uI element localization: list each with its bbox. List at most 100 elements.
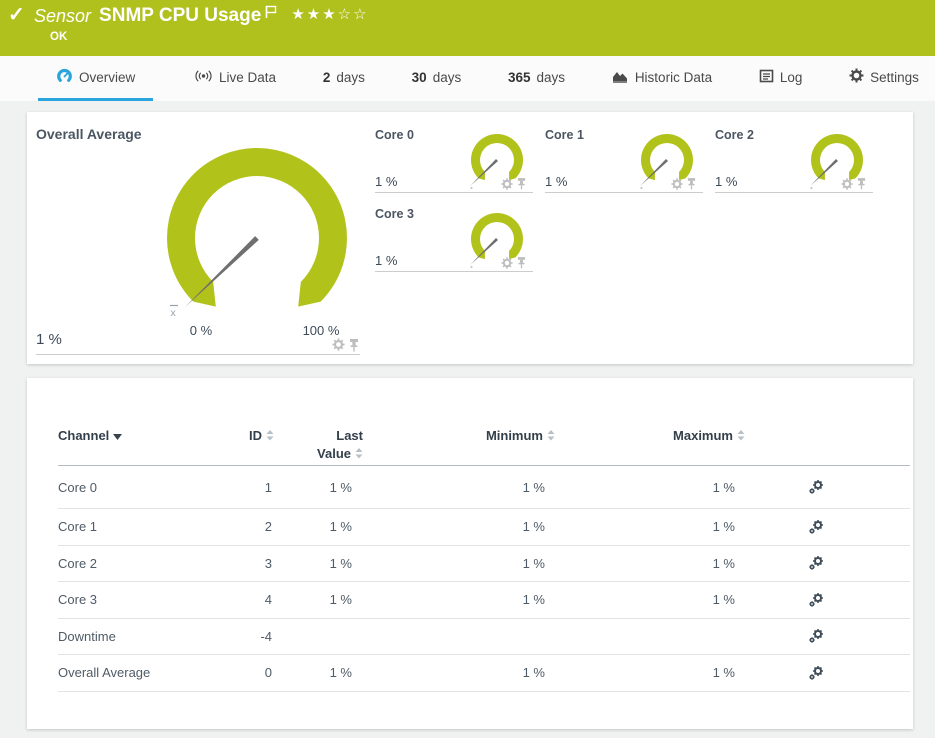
cell-maximum: 1 % (712, 479, 735, 495)
pin-icon[interactable] (687, 177, 696, 195)
priority-flag-icon[interactable] (265, 5, 277, 24)
channel-settings-gears-icon[interactable] (808, 628, 824, 644)
channel-settings-gears-icon[interactable] (808, 592, 824, 608)
cell-maximum: 1 % (712, 519, 735, 535)
tab-30-days-number: 30 (411, 69, 427, 85)
channel-gear-icon[interactable] (332, 338, 345, 357)
sort-both-icon (547, 430, 555, 441)
gear-icon (849, 68, 864, 86)
cell-last-value: 1 % (329, 665, 352, 681)
core2-gauge-title: Core 2 (715, 128, 754, 142)
cell-minimum: 1 % (522, 592, 545, 608)
tab-live-data[interactable]: Live Data (188, 56, 282, 101)
sort-both-icon (737, 430, 745, 441)
status-ok-check-icon: ✓ (8, 4, 25, 26)
column-header-maximum[interactable]: Maximum (630, 428, 745, 443)
cell-last-value: 1 % (329, 555, 352, 571)
pin-icon[interactable] (857, 177, 866, 195)
area-chart-icon (612, 68, 629, 86)
cell-channel: Overall Average (58, 665, 151, 681)
column-header-last-value[interactable]: Last Value (260, 428, 363, 461)
broadcast-icon (194, 69, 213, 86)
cell-maximum: 1 % (712, 555, 735, 571)
channel-settings-gears-icon[interactable] (808, 519, 824, 535)
overall-average-gauge-title: Overall Average (36, 126, 142, 142)
log-list-icon (759, 69, 774, 86)
core1-value: 1 % (545, 174, 568, 189)
cell-channel: Downtime (58, 628, 116, 644)
tab-log-label: Log (779, 69, 803, 85)
overall-average-gauge: x (167, 148, 347, 319)
table-row: Downtime -4 (58, 619, 910, 655)
channel-settings-gears-icon[interactable] (808, 665, 824, 681)
tab-bar: Overview Live Data 2 days 30 days 365 da… (0, 56, 935, 101)
cell-maximum: 1 % (712, 665, 735, 681)
pin-icon[interactable] (517, 177, 526, 195)
table-row: Core 1 2 1 % 1 % 1 % (58, 509, 910, 546)
channel-gear-icon[interactable] (501, 256, 513, 274)
tab-2-days-number: 2 (322, 69, 331, 85)
cell-last-value: 1 % (329, 519, 352, 535)
core3-gauge-title: Core 3 (375, 207, 414, 221)
page-title: SNMP CPU Usage (99, 5, 262, 26)
cell-id: 1 (264, 479, 272, 495)
tab-30-days[interactable]: 30 days (406, 56, 468, 101)
table-row: Core 2 3 1 % 1 % 1 % (58, 546, 910, 582)
channels-table-panel: Channel ID Last Value Minimum Maximum Co… (27, 378, 913, 729)
channel-gear-icon[interactable] (841, 177, 853, 195)
sort-desc-icon (113, 433, 123, 440)
tab-365-days-number: 365 (507, 69, 531, 85)
cell-last-value: 1 % (329, 479, 352, 495)
sort-both-icon (355, 448, 363, 459)
sensor-header-bar: ✓ Sensor SNMP CPU Usage ★★★☆☆ OK (0, 0, 935, 56)
tab-365-days[interactable]: 365 days (502, 56, 571, 101)
cell-channel: Core 0 (58, 479, 98, 495)
cell-minimum: 1 % (522, 519, 545, 535)
core3-value: 1 % (375, 253, 398, 268)
channel-settings-gears-icon[interactable] (808, 479, 824, 495)
table-row: Overall Average 0 1 % 1 % 1 % (58, 655, 910, 692)
tab-settings-label: Settings (870, 69, 919, 85)
gauge-scale-max: 100 % (302, 323, 340, 338)
channel-gear-icon[interactable] (501, 177, 513, 195)
sensor-status-badge: OK (50, 31, 68, 43)
core0-gauge-title: Core 0 (375, 128, 414, 142)
priority-stars[interactable]: ★★★☆☆ (291, 6, 368, 24)
object-kind-label: Sensor (34, 6, 92, 26)
cell-id: 3 (264, 555, 272, 571)
gauge-scale-min: 0 % (189, 323, 213, 338)
channel-settings-gears-icon[interactable] (808, 555, 824, 571)
core0-gauge-cell: Core 0 1 % (375, 125, 533, 205)
column-header-channel[interactable]: Channel (58, 428, 123, 443)
core0-value: 1 % (375, 174, 398, 189)
tab-log[interactable]: Log (753, 56, 809, 101)
cell-minimum: 1 % (522, 555, 545, 571)
pin-icon[interactable] (349, 338, 359, 357)
cell-id: 0 (264, 665, 272, 681)
cell-channel: Core 3 (58, 592, 98, 608)
cell-maximum: 1 % (712, 592, 735, 608)
cell-channel: Core 1 (58, 519, 98, 535)
core2-gauge-cell: Core 2 1 % (715, 125, 873, 205)
cell-minimum: 1 % (522, 479, 545, 495)
core2-value: 1 % (715, 174, 738, 189)
table-row: Core 3 4 1 % 1 % 1 % (58, 582, 910, 619)
stars-filled-icon[interactable]: ★★★ (291, 6, 337, 23)
cell-id: -4 (260, 628, 272, 644)
channel-gear-icon[interactable] (671, 177, 683, 195)
column-header-id[interactable]: ID (174, 428, 274, 443)
column-header-minimum[interactable]: Minimum (440, 428, 555, 443)
gauge-icon (56, 67, 73, 87)
tab-live-data-label: Live Data (219, 69, 277, 85)
divider (36, 354, 360, 355)
tab-365-days-unit: days (536, 69, 566, 85)
stars-empty-icon[interactable]: ☆☆ (338, 6, 369, 23)
tab-overview[interactable]: Overview (38, 56, 154, 101)
tab-historic-data[interactable]: Historic Data (606, 56, 718, 101)
sensor-overview-page: ✓ Sensor SNMP CPU Usage ★★★☆☆ OK Overvie… (0, 0, 935, 738)
tab-settings[interactable]: Settings (843, 56, 925, 101)
cell-minimum: 1 % (522, 665, 545, 681)
tab-historic-data-label: Historic Data (634, 69, 713, 85)
tab-2-days[interactable]: 2 days (317, 56, 371, 101)
pin-icon[interactable] (517, 256, 526, 274)
